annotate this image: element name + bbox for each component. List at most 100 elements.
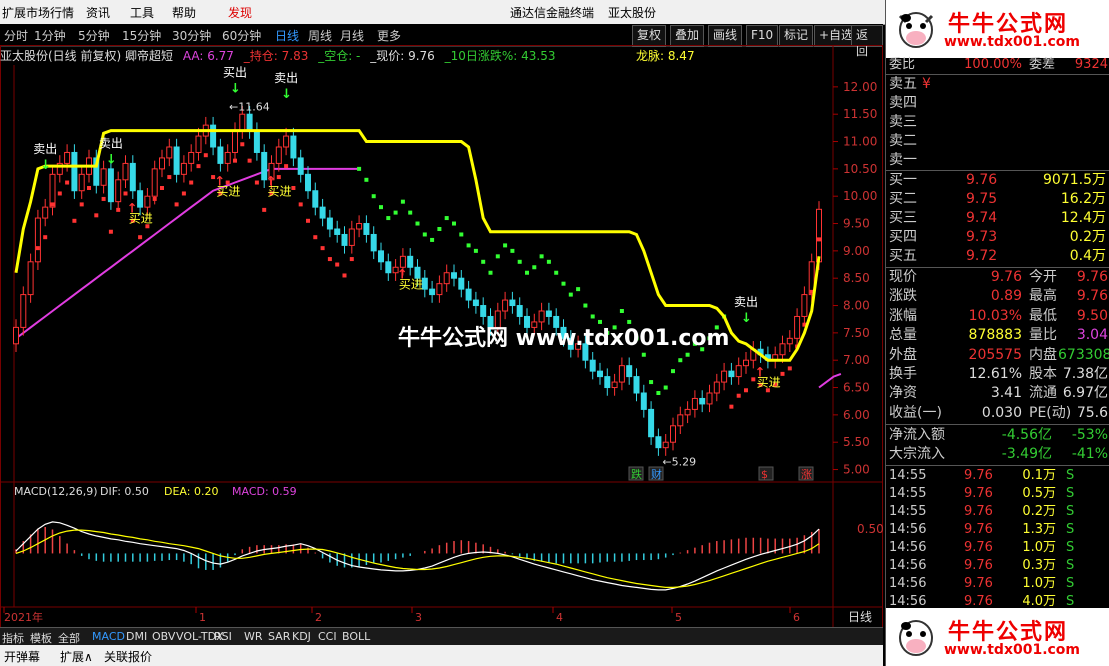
candle-body xyxy=(655,436,662,449)
sar-dot xyxy=(189,180,194,185)
sar-dot xyxy=(349,257,354,262)
period-5min[interactable]: 5分钟 xyxy=(78,27,110,44)
tab-macd[interactable]: MACD xyxy=(92,630,125,643)
candle-body xyxy=(78,173,85,192)
candle-body xyxy=(399,255,406,268)
tab-cci[interactable]: CCI xyxy=(318,630,337,643)
sar-dot xyxy=(817,237,821,242)
candle-body xyxy=(626,365,633,378)
sar-dot xyxy=(79,202,84,207)
candle-body xyxy=(451,272,457,279)
back-button[interactable]: 返回 xyxy=(851,25,883,58)
menu-help[interactable]: 帮助 xyxy=(172,4,196,21)
tab-dmi[interactable]: DMI xyxy=(126,630,147,643)
mark-button[interactable]: 标记 xyxy=(779,25,814,47)
sar-dot xyxy=(152,196,157,201)
candle-body xyxy=(34,217,41,263)
candle-body xyxy=(71,151,78,192)
buy-label: 买进 xyxy=(399,277,423,291)
stat-label: 涨跌 xyxy=(889,288,917,305)
sar-dot xyxy=(298,202,303,207)
sar-dot xyxy=(656,391,661,395)
sar-dot xyxy=(619,309,624,313)
sell-label: 买出 xyxy=(223,66,247,80)
period-more[interactable]: 更多 xyxy=(377,27,401,44)
sar-dot xyxy=(240,142,245,147)
sell-arrow-icon: ↓ xyxy=(230,82,241,97)
trade-time: 14:55 xyxy=(889,468,927,483)
candle-body xyxy=(706,392,713,405)
sar-dot xyxy=(393,210,398,215)
sell-label: 卖出 xyxy=(734,295,758,309)
kline-chart[interactable]: 12.0011.5011.0010.5010.009.509.008.508.0… xyxy=(0,45,883,635)
sar-dot xyxy=(452,221,456,226)
price-value: _现价: 9.76 xyxy=(370,49,435,63)
menu-news[interactable]: 资讯 xyxy=(86,4,110,21)
period-weekly[interactable]: 周线 xyxy=(308,27,332,44)
sar-dot xyxy=(357,166,362,171)
period-30min[interactable]: 30分钟 xyxy=(172,27,211,44)
tab-wr[interactable]: WR xyxy=(244,630,263,643)
candle-body xyxy=(670,425,676,443)
sar-dot xyxy=(87,186,91,190)
sar-dot xyxy=(386,216,391,221)
period-1min[interactable]: 1分钟 xyxy=(34,27,66,44)
menu-tools[interactable]: 工具 xyxy=(130,4,154,21)
tab-指标[interactable]: 指标 xyxy=(2,630,24,646)
sell-label: 卖出 xyxy=(99,137,123,151)
trade-volume: 0.3万 xyxy=(1022,558,1056,573)
period-60min[interactable]: 60分钟 xyxy=(222,27,261,44)
tab-模板[interactable]: 模板 xyxy=(30,630,52,646)
trade-row: 14:55 9.76 0.1万 S xyxy=(886,467,1109,485)
candle-body xyxy=(597,370,603,378)
sar-dot xyxy=(649,380,654,385)
stock-name: 亚太股份 xyxy=(608,6,657,20)
tab-sar[interactable]: SAR xyxy=(268,630,290,643)
stat-value: 7.38亿 xyxy=(1062,366,1108,382)
overlay-button[interactable]: 叠加 xyxy=(670,25,705,47)
f10-button[interactable]: F10 xyxy=(746,25,779,47)
menu-discover[interactable]: 发现 xyxy=(228,4,252,21)
stat-value: 75.6 xyxy=(1076,404,1108,421)
tab-boll[interactable]: BOLL xyxy=(342,630,370,643)
danmaku-toggle[interactable]: 开弹幕 xyxy=(4,648,40,665)
tab-rsi[interactable]: RSI xyxy=(214,630,232,643)
candle-body xyxy=(407,255,414,268)
menu-extended-market[interactable]: 扩展市场行情 xyxy=(2,4,74,21)
period-daily[interactable]: 日线 xyxy=(275,27,299,44)
tab-obv[interactable]: OBV xyxy=(152,630,175,643)
related-quotes[interactable]: 关联报价 xyxy=(104,648,152,665)
order-ratio-value: 100.00% xyxy=(964,57,1022,72)
period-15min[interactable]: 15分钟 xyxy=(122,27,161,44)
stat-label: 最高 xyxy=(1029,288,1057,305)
sar-dot xyxy=(481,259,486,264)
expand-toggle[interactable]: 扩展∧ xyxy=(60,648,93,665)
candle-body xyxy=(180,162,187,175)
flow-value: -4.56亿 xyxy=(1001,427,1052,443)
price-tick-label: 7.50 xyxy=(843,326,870,340)
sar-dot xyxy=(43,235,48,240)
tab-kdj[interactable]: KDJ xyxy=(292,630,311,643)
indicator-tabs: 指标 模板 全部 MACD DMI OBV VOL-TDX RSI WR SAR KDJ CCI BOL… xyxy=(0,627,883,646)
draw-button[interactable]: 画线 xyxy=(708,25,743,47)
adjust-button[interactable]: 复权 xyxy=(632,25,667,47)
date-label: 6 xyxy=(793,611,800,624)
sar-dot xyxy=(685,352,690,357)
sar-dot xyxy=(50,202,55,207)
candle-body xyxy=(326,217,333,230)
candle-body xyxy=(370,233,377,252)
candle-body xyxy=(545,310,552,317)
candle-body xyxy=(232,130,238,153)
tab-全部[interactable]: 全部 xyxy=(58,630,80,646)
stat-label: 内盘 xyxy=(1029,346,1057,363)
event-label: 财 xyxy=(651,467,662,481)
candle-body xyxy=(49,173,56,208)
period-monthly[interactable]: 月线 xyxy=(340,27,364,44)
sar-dot xyxy=(466,243,471,248)
sar-dot xyxy=(203,153,208,158)
candle-body xyxy=(443,272,450,285)
sar-dot xyxy=(138,235,143,240)
period-timeshare[interactable]: 分时 xyxy=(4,27,28,44)
candle-body xyxy=(20,294,27,328)
trade-volume: 0.5万 xyxy=(1022,486,1056,501)
